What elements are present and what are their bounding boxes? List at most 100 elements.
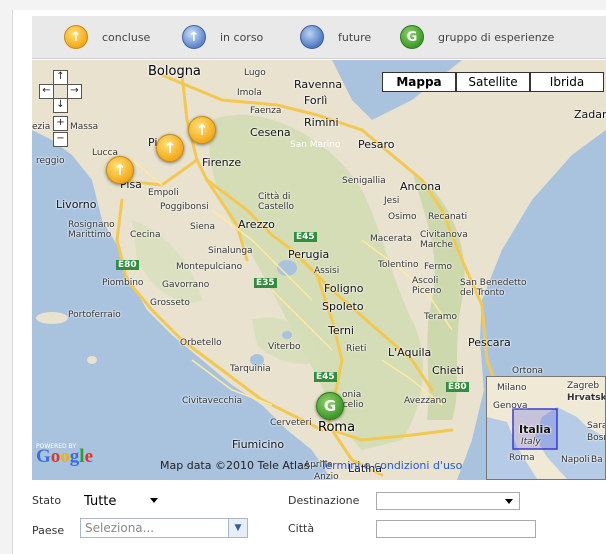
legend-item-gruppo: G gruppo di esperienze — [400, 16, 554, 58]
town-label: Piombino — [102, 278, 144, 288]
legend-bar: ↑ concluse ↑ in corso future G gruppo di… — [32, 16, 606, 59]
overview-map[interactable]: Milano Zagreb Hrvatska Genova Italia Ita… — [486, 376, 606, 480]
citta-input[interactable] — [376, 520, 536, 538]
town-label: Ortona — [512, 366, 544, 376]
city-label: Perugia — [288, 248, 330, 261]
town-label: Imola — [237, 88, 262, 98]
marker-concluse-icon[interactable]: ↑ — [106, 156, 134, 184]
road-shield: E80 — [446, 382, 469, 392]
pan-up-button[interactable]: ↑ — [53, 70, 68, 85]
road-shield: E35 — [254, 278, 277, 288]
marker-concluse-icon[interactable]: ↑ — [188, 116, 216, 144]
legend-item-future: future — [300, 16, 371, 58]
legend-label: in corso — [220, 30, 264, 44]
legend-label: future — [338, 30, 372, 44]
google-logo-letter: g — [69, 446, 80, 467]
map-type-mappa-button[interactable]: Mappa — [382, 72, 456, 92]
town-label: ezia — [32, 122, 51, 132]
arrow-up-icon: ↑ — [195, 121, 209, 139]
town-label: Montepulciano — [176, 262, 243, 272]
town-label: Civitanova Marche — [420, 230, 468, 250]
town-label: Orbetello — [180, 338, 222, 348]
town-label: Ba — [591, 455, 603, 465]
attribution-text: Map data ©2010 Tele Atlas - — [160, 459, 318, 472]
town-label: Assisi — [314, 266, 340, 276]
town-label: Teramo — [424, 312, 457, 322]
arrow-up-icon: ↑ — [163, 139, 177, 157]
city-label: Chieti — [432, 364, 464, 377]
arrow-up-orange-icon: ↑ — [64, 25, 88, 49]
map-canvas[interactable]: Mappa Satellite Ibrida ↑ ← → ↓ + − Bolog… — [32, 60, 606, 480]
town-label: Portoferraio — [68, 310, 121, 320]
town-label: Senigallia — [342, 176, 386, 186]
stato-label: Stato — [32, 494, 62, 507]
town-label: Avezzano — [404, 396, 447, 406]
stato-value: Tutte — [84, 493, 117, 509]
paese-combo[interactable]: Seleziona... ▼ — [80, 518, 248, 538]
town-label: San Marino — [290, 140, 341, 150]
legend-item-in-corso: ↑ in corso — [182, 16, 263, 58]
map-attribution: Map data ©2010 Tele Atlas - Termini e co… — [160, 459, 462, 472]
marker-concluse-icon[interactable]: ↑ — [156, 134, 184, 162]
pan-down-button[interactable]: ↓ — [53, 98, 68, 113]
city-label: Ancona — [400, 180, 441, 193]
arrow-up-icon: ↑ — [113, 161, 127, 179]
zoom-in-button[interactable]: + — [53, 116, 68, 131]
town-label: reggio — [36, 156, 65, 166]
city-label: Forlì — [304, 94, 328, 107]
pan-left-button[interactable]: ← — [39, 84, 54, 99]
map-type-satellite-button[interactable]: Satellite — [456, 72, 530, 92]
town-label: Sinalunga — [208, 246, 253, 256]
town-label: Italy — [521, 437, 541, 447]
zoom-out-button[interactable]: − — [53, 132, 68, 147]
city-label: Fiumicino — [232, 438, 285, 451]
town-label: Hrvatska — [567, 393, 606, 403]
legend-label: concluse — [102, 30, 151, 44]
paese-label: Paese — [32, 524, 65, 537]
arrow-up-blue-icon: ↑ — [182, 25, 206, 49]
town-label: Rosignano Marittimo — [68, 220, 115, 240]
city-label: Pesaro — [358, 138, 395, 151]
city-label: Terni — [328, 324, 354, 337]
town-label: Cerveteri — [270, 418, 312, 428]
town-label: Poggibonsi — [160, 202, 209, 212]
legend-item-concluse: ↑ concluse — [64, 16, 150, 58]
terms-link[interactable]: Termini e condizioni d'uso — [321, 459, 463, 472]
town-label: Roma — [509, 453, 535, 463]
town-label: Ascoli Piceno — [412, 276, 442, 296]
town-label: Siena — [190, 222, 215, 232]
chevron-down-icon[interactable]: ▼ — [228, 519, 247, 537]
town-label: Viterbo — [268, 342, 301, 352]
legend-label: gruppo di esperienze — [438, 30, 555, 44]
city-label: Arezzo — [238, 218, 275, 231]
city-label: L'Aquila — [388, 346, 432, 359]
marker-gruppo-icon[interactable]: G — [316, 392, 344, 420]
filter-form: Stato Tutte Destinazione Paese Seleziona… — [32, 482, 606, 554]
stato-select[interactable]: Tutte — [80, 492, 164, 510]
town-label: Napoli — [561, 455, 590, 465]
town-label: San Benedetto del Tronto — [460, 278, 527, 298]
google-logo-letter: e — [84, 446, 93, 467]
town-label: Massa — [70, 122, 99, 132]
city-label: Pescara — [468, 336, 511, 349]
map-type-ibrida-button[interactable]: Ibrida — [530, 72, 604, 92]
town-label: Cecina — [130, 230, 161, 240]
town-label: Faenza — [250, 106, 282, 116]
city-label: Foligno — [324, 282, 364, 295]
town-label: Milano — [497, 383, 527, 393]
town-label: Grosseto — [150, 298, 190, 308]
blue-dot-icon — [300, 25, 324, 49]
town-label: Recanati — [428, 212, 468, 222]
town-label: onia — [342, 390, 362, 400]
pan-right-button[interactable]: → — [67, 84, 82, 99]
city-label: Ravenna — [294, 78, 343, 91]
town-label: Saraje — [587, 421, 605, 431]
road-shield: E45 — [294, 232, 317, 242]
town-label: Fermo — [424, 262, 453, 272]
town-label: Tarquinia — [230, 364, 271, 374]
city-label: Roma — [318, 420, 356, 435]
google-logo-letter: o — [50, 446, 61, 467]
destinazione-select[interactable] — [376, 492, 520, 510]
town-label: Macerata — [370, 234, 413, 244]
group-g-icon: G — [400, 25, 424, 49]
